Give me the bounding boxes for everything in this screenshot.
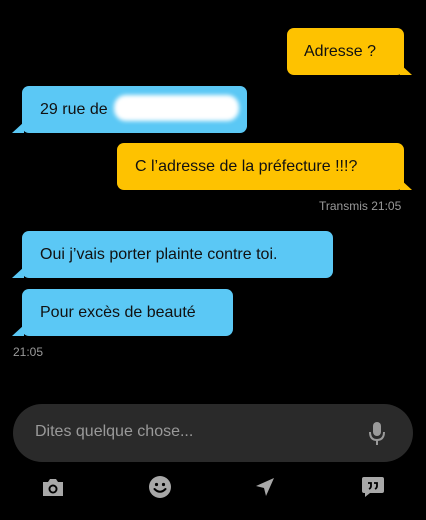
redaction-scribble (114, 95, 239, 121)
location-arrow-icon[interactable] (254, 476, 276, 503)
message-bubble-outgoing[interactable]: C l’adresse de la préfecture !!!? (117, 143, 404, 190)
camera-icon[interactable] (41, 476, 65, 503)
bubble-tail (12, 122, 24, 133)
bubble-tail (400, 64, 412, 75)
message-text: C l’adresse de la préfecture !!!? (135, 157, 358, 175)
quick-reply-icon[interactable] (361, 475, 385, 504)
message-text: Oui j’vais porter plainte contre toi. (40, 245, 278, 263)
message-input-placeholder: Dites quelque chose... (35, 423, 194, 440)
emoji-icon[interactable] (148, 475, 172, 504)
message-bubble-incoming[interactable]: 29 rue de (22, 86, 247, 133)
microphone-icon[interactable] (368, 421, 386, 452)
message-timestamp: 21:05 (13, 345, 44, 359)
message-bubble-incoming[interactable]: Oui j’vais porter plainte contre toi. (22, 231, 333, 278)
message-bubble-outgoing[interactable]: Adresse ? (287, 28, 404, 75)
message-input[interactable]: Dites quelque chose... (13, 404, 413, 462)
bubble-tail (400, 179, 412, 190)
message-bubble-incoming[interactable]: Pour excès de beauté (22, 289, 233, 336)
message-text: 29 rue de (40, 100, 108, 118)
bubble-tail (12, 325, 24, 336)
message-text: Pour excès de beauté (40, 303, 196, 321)
message-text: Adresse ? (304, 42, 377, 60)
delivery-status: Transmis 21:05 (319, 199, 402, 213)
bubble-tail (12, 267, 24, 278)
